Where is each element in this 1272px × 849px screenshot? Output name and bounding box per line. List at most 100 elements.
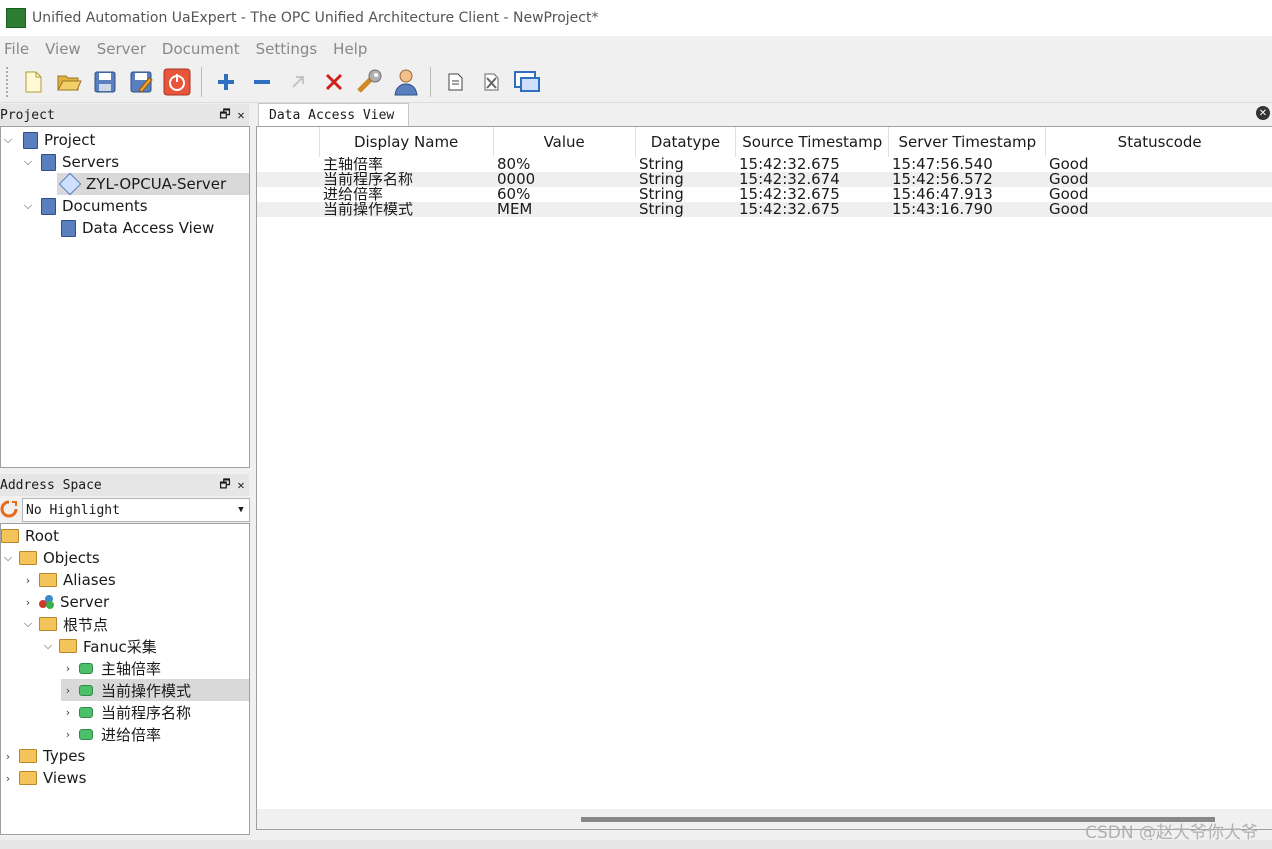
table-row[interactable]: 进给倍率 60% String 15:42:32.675 15:46:47.91… <box>257 187 1272 202</box>
expand-arrow-icon[interactable]: ⌵ <box>21 155 35 169</box>
expand-arrow-icon[interactable]: ⌵ <box>1 133 15 147</box>
tree-item-label: Project <box>44 131 96 149</box>
menu-document[interactable]: Document <box>158 40 248 58</box>
cell-display-name: 当前操作模式 <box>323 202 414 217</box>
cell-display-name: 主轴倍率 <box>323 157 384 172</box>
tree-item-server[interactable]: › Server <box>21 591 109 613</box>
collapse-arrow-icon[interactable]: › <box>21 574 35 587</box>
collapse-arrow-icon[interactable]: › <box>1 750 15 763</box>
collapse-arrow-icon[interactable]: › <box>21 596 35 609</box>
quit-icon[interactable] <box>162 67 192 97</box>
close-tab-icon[interactable]: ✕ <box>1256 106 1270 120</box>
cell-index <box>257 157 319 172</box>
tree-item-label: Fanuc采集 <box>83 637 157 656</box>
disconnect-server-icon[interactable] <box>319 67 349 97</box>
tree-item-project[interactable]: ⌵ Project <box>1 129 96 151</box>
tree-item-variable[interactable]: › 主轴倍率 <box>61 657 161 679</box>
tree-item-views[interactable]: › Views <box>1 767 87 789</box>
cell-index <box>257 172 319 187</box>
tree-item-label: ZYL-OPCUA-Server <box>86 175 227 193</box>
menu-help[interactable]: Help <box>329 40 375 58</box>
highlight-select[interactable]: No Highlight ▼ <box>22 498 250 522</box>
tree-item-variable[interactable]: › 当前程序名称 <box>61 701 191 723</box>
tree-item-aliases[interactable]: › Aliases <box>21 569 116 591</box>
collapse-arrow-icon[interactable]: › <box>61 662 75 675</box>
cell-source-timestamp: 15:42:32.674 <box>739 172 840 187</box>
folder-icon <box>39 573 57 587</box>
remove-document-icon[interactable] <box>476 67 506 97</box>
table-row[interactable]: 当前操作模式 MEM String 15:42:32.675 15:43:16.… <box>257 202 1272 217</box>
app-logo-icon <box>6 8 26 28</box>
menu-view[interactable]: View <box>41 40 89 58</box>
dropdown-arrow-icon[interactable]: ▼ <box>233 505 249 515</box>
collapse-arrow-icon[interactable]: › <box>61 728 75 741</box>
cell-display-name: 当前程序名称 <box>323 172 414 187</box>
open-project-icon[interactable] <box>54 67 84 97</box>
window-view-icon[interactable] <box>512 67 542 97</box>
cell-datatype: String <box>639 202 684 217</box>
cell-server-timestamp: 15:43:16.790 <box>892 202 993 217</box>
book-icon <box>41 153 56 171</box>
user-icon[interactable] <box>391 67 421 97</box>
save-project-icon[interactable] <box>90 67 120 97</box>
cell-server-timestamp: 15:47:56.540 <box>892 157 993 172</box>
tree-item-label: Objects <box>43 549 100 567</box>
tree-item-types[interactable]: › Types <box>1 745 85 767</box>
expand-arrow-icon[interactable]: ⌵ <box>41 639 55 653</box>
close-panel-icon[interactable]: ✕ <box>233 478 249 492</box>
column-header-value[interactable]: Value <box>494 127 636 157</box>
menu-settings[interactable]: Settings <box>252 40 326 58</box>
new-project-icon[interactable] <box>18 67 48 97</box>
tree-item-fanuc[interactable]: ⌵ Fanuc采集 <box>41 635 157 657</box>
tree-item-zyl-opcua-server[interactable]: ZYL-OPCUA-Server <box>57 172 249 196</box>
cell-server-timestamp: 15:46:47.913 <box>892 187 993 202</box>
expand-arrow-icon[interactable]: ⌵ <box>21 617 35 631</box>
cell-index <box>257 187 319 202</box>
menu-file[interactable]: File <box>0 40 37 58</box>
save-as-icon[interactable] <box>126 67 156 97</box>
folder-icon <box>1 529 19 543</box>
add-document-icon[interactable] <box>440 67 470 97</box>
tab-data-access-view[interactable]: Data Access View <box>258 103 410 126</box>
cell-datatype: String <box>639 187 684 202</box>
cell-statuscode: Good <box>1049 187 1089 202</box>
column-header-index[interactable] <box>257 127 320 157</box>
float-panel-icon[interactable]: 🗗 <box>217 105 233 126</box>
close-panel-icon[interactable]: ✕ <box>233 108 249 122</box>
tree-item-documents[interactable]: ⌵ Documents <box>21 195 148 217</box>
tree-item-variable[interactable]: › 进给倍率 <box>61 723 161 745</box>
column-header-datatype[interactable]: Datatype <box>636 127 737 157</box>
add-server-icon[interactable] <box>211 67 241 97</box>
tree-item-variable-selected[interactable]: › 当前操作模式 <box>61 679 249 701</box>
settings-wrench-icon[interactable] <box>355 67 385 97</box>
tree-item-label: 主轴倍率 <box>101 659 162 678</box>
folder-icon <box>19 749 37 763</box>
folder-icon <box>19 551 37 565</box>
menu-server[interactable]: Server <box>93 40 154 58</box>
remove-server-icon[interactable] <box>247 67 277 97</box>
table-row[interactable]: 当前程序名称 0000 String 15:42:32.674 15:42:56… <box>257 172 1272 187</box>
column-header-source-timestamp[interactable]: Source Timestamp <box>736 127 890 157</box>
tree-item-objects[interactable]: ⌵ Objects <box>1 547 100 569</box>
column-header-server-timestamp[interactable]: Server Timestamp <box>889 127 1047 157</box>
column-header-statuscode[interactable]: Statuscode <box>1046 127 1272 157</box>
expand-arrow-icon[interactable]: ⌵ <box>1 551 15 565</box>
tree-item-label: Root <box>25 527 59 545</box>
collapse-arrow-icon[interactable]: › <box>61 684 75 697</box>
table-row[interactable]: 主轴倍率 80% String 15:42:32.675 15:47:56.54… <box>257 157 1272 172</box>
float-panel-icon[interactable]: 🗗 <box>217 475 233 496</box>
toolbar-grip[interactable] <box>6 67 11 97</box>
tree-item-label: 根节点 <box>63 615 109 634</box>
expand-arrow-icon[interactable]: ⌵ <box>21 199 35 213</box>
tree-item-root-node[interactable]: ⌵ 根节点 <box>21 613 108 635</box>
refresh-icon[interactable] <box>0 500 18 518</box>
variable-icon <box>79 662 93 674</box>
toolbar-separator <box>430 67 431 97</box>
tree-item-root[interactable]: Root <box>1 525 59 547</box>
tree-item-data-access-view[interactable]: Data Access View <box>61 217 214 239</box>
column-header-display-name[interactable]: Display Name <box>320 127 494 157</box>
tree-item-servers[interactable]: ⌵ Servers <box>21 151 119 173</box>
collapse-arrow-icon[interactable]: › <box>1 772 15 785</box>
collapse-arrow-icon[interactable]: › <box>61 706 75 719</box>
connect-server-icon[interactable] <box>283 67 313 97</box>
